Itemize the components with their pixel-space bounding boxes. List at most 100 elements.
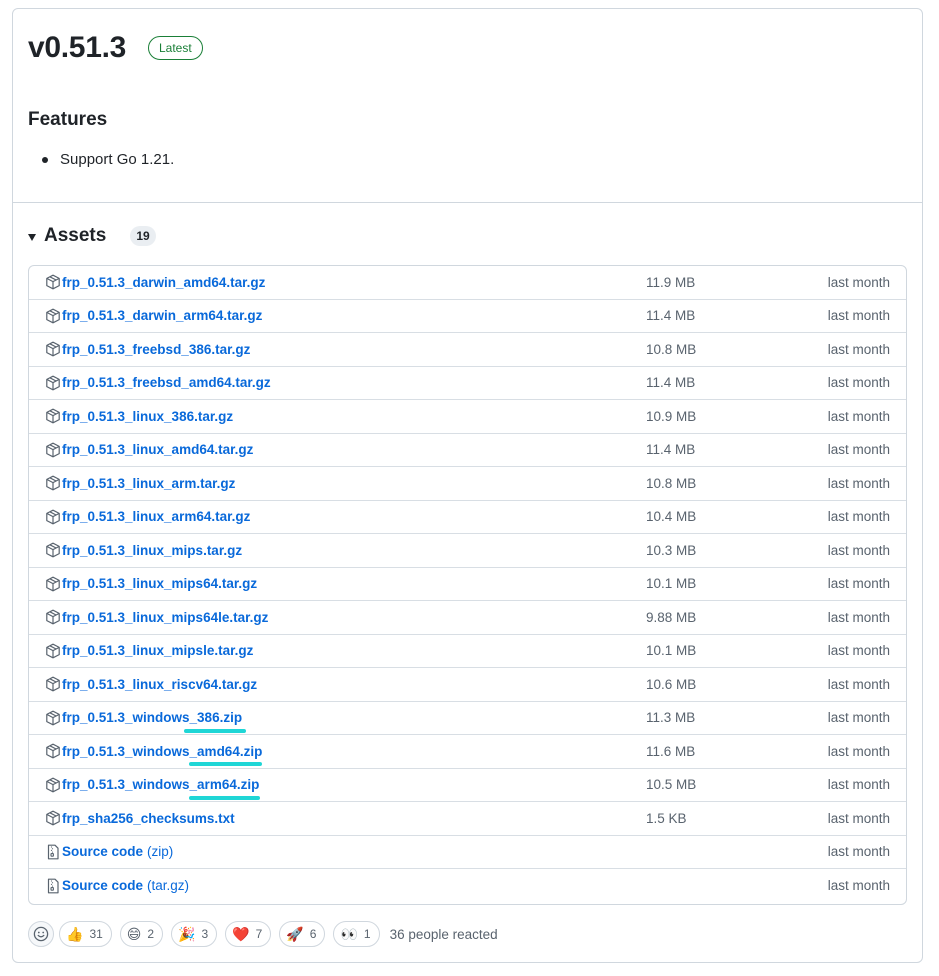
asset-date: last month [827,609,890,625]
asset-row: frp_0.51.3_darwin_arm64.tar.gz 11.4 MB las… [29,300,906,333]
release-title[interactable]: v0.51.3 [28,31,126,65]
reaction-count: 1 [363,927,371,941]
add-reaction-button[interactable] [28,921,54,947]
asset-download-link[interactable]: frp_0.51.3_freebsd_amd64.tar.gz [45,375,271,391]
asset-download-link[interactable]: frp_0.51.3_windows_arm64.zip [45,777,259,793]
source-format: (tar.gz) [147,878,190,894]
asset-name: frp_0.51.3_linux_mipsle.tar.gz [62,643,254,659]
package-icon [45,643,61,659]
asset-row: Source code (zip) last month [29,836,906,869]
asset-row: frp_0.51.3_windows_amd64.zip 11.6 MB last … [29,735,906,769]
asset-size: 10.5 MB [646,777,697,793]
asset-row: frp_0.51.3_linux_amd64.tar.gz 11.4 MB last… [29,434,906,467]
asset-size: 11.4 MB [646,442,696,458]
highlight-underline [189,795,260,800]
package-icon [45,509,61,525]
asset-download-link[interactable]: frp_0.51.3_windows_386.zip [45,710,242,726]
asset-name: frp_0.51.3_windows_amd64.zip [62,743,263,759]
asset-date: last month [827,274,890,290]
asset-row: frp_0.51.3_freebsd_386.tar.gz 10.8 MB last… [29,333,906,367]
eyes-icon: 👀 [340,926,358,942]
asset-download-link[interactable]: frp_0.51.3_linux_386.tar.gz [45,408,233,424]
asset-download-link[interactable]: frp_0.51.3_darwin_amd64.tar.gz [45,274,265,290]
reaction-button[interactable]: ❤️ 7 [225,921,272,947]
asset-download-link[interactable]: frp_0.51.3_linux_arm64.tar.gz [45,509,250,525]
asset-row: frp_sha256_checksums.txt 1.5 KB last month [29,802,906,836]
asset-date: last month [827,542,890,558]
asset-size: 10.1 MB [646,643,697,659]
source-code-link[interactable]: Source code (tar.gz) [45,878,189,894]
asset-row: Source code (tar.gz) last month [29,869,906,903]
thumbs-up-icon: 👍 [66,926,84,942]
asset-name: frp_0.51.3_linux_mips64le.tar.gz [62,609,269,625]
asset-name: frp_0.51.3_linux_mips64.tar.gz [62,576,258,592]
asset-size: 10.4 MB [646,509,697,525]
package-icon [45,475,61,491]
asset-date: last month [827,844,890,860]
asset-download-link[interactable]: frp_0.51.3_linux_mips.tar.gz [45,542,242,558]
release-header: v0.51.3 Latest [28,31,203,65]
asset-download-link[interactable]: frp_0.51.3_linux_mips64le.tar.gz [45,609,268,625]
features-heading: Features [28,109,108,130]
file-zip-icon [45,878,61,894]
asset-name: Source code [62,878,144,894]
asset-name: frp_0.51.3_darwin_arm64.tar.gz [62,308,263,324]
asset-name: frp_0.51.3_linux_riscv64.tar.gz [62,676,258,692]
highlight-underline [184,728,246,733]
package-icon [45,341,61,357]
reactions-summary: 36 people reacted [389,926,498,942]
hooray-icon: 🎉 [178,926,196,942]
asset-download-link[interactable]: frp_sha256_checksums.txt [45,810,235,826]
asset-name: Source code [62,844,144,860]
asset-size: 9.88 MB [646,609,697,625]
asset-download-link[interactable]: frp_0.51.3_freebsd_386.tar.gz [45,341,250,357]
rocket-icon: 🚀 [286,926,304,942]
asset-download-link[interactable]: frp_0.51.3_linux_mipsle.tar.gz [45,643,253,659]
asset-date: last month [827,676,890,692]
reaction-button[interactable]: 🎉 3 [171,921,218,947]
package-icon [45,542,61,558]
highlight-underline [189,762,262,766]
asset-download-link[interactable]: frp_0.51.3_darwin_arm64.tar.gz [45,308,262,324]
assets-count-badge: 19 [130,226,156,246]
source-code-link[interactable]: Source code (zip) [45,844,173,860]
asset-row: frp_0.51.3_linux_arm64.tar.gz 10.4 MB last… [29,501,906,534]
asset-date: last month [827,777,890,793]
reaction-button[interactable]: 🚀 6 [279,921,326,947]
package-icon [45,308,61,324]
asset-size: 10.8 MB [646,475,697,491]
asset-date: last month [827,878,890,894]
package-icon [45,442,61,458]
reaction-count: 31 [89,927,103,941]
asset-name: frp_sha256_checksums.txt [62,810,235,826]
asset-size: 10.9 MB [646,408,697,424]
package-icon [45,676,61,692]
divider [13,202,922,203]
asset-size: 11.4 MB [646,375,696,391]
package-icon [45,810,61,826]
asset-row: frp_0.51.3_linux_mips64.tar.gz 10.1 MB las… [29,568,906,601]
package-icon [45,576,61,592]
latest-badge: Latest [148,36,203,60]
asset-date: last month [827,375,890,391]
file-zip-icon [45,844,61,860]
asset-row: frp_0.51.3_windows_386.zip 11.3 MB last mo… [29,702,906,735]
reaction-count: 6 [309,927,317,941]
asset-row: frp_0.51.3_linux_riscv64.tar.gz 10.6 MB la… [29,668,906,702]
asset-download-link[interactable]: frp_0.51.3_linux_riscv64.tar.gz [45,676,257,692]
asset-date: last month [827,408,890,424]
asset-date: last month [827,743,890,759]
reaction-button[interactable]: 👀 1 [333,921,380,947]
asset-download-link[interactable]: frp_0.51.3_windows_amd64.zip [45,743,262,759]
assets-toggle[interactable]: Assets 19 [28,225,156,247]
reaction-count: 3 [201,927,209,941]
reaction-button[interactable]: 👍 31 [59,921,112,947]
asset-name: frp_0.51.3_freebsd_386.tar.gz [62,341,251,357]
asset-size: 10.3 MB [646,542,697,558]
reaction-button[interactable]: 😄 2 [119,921,164,947]
asset-download-link[interactable]: frp_0.51.3_linux_mips64.tar.gz [45,576,257,592]
asset-download-link[interactable]: frp_0.51.3_linux_amd64.tar.gz [45,442,253,458]
asset-row: frp_0.51.3_linux_arm.tar.gz 10.8 MB last m… [29,467,906,501]
package-icon [45,743,61,759]
asset-download-link[interactable]: frp_0.51.3_linux_arm.tar.gz [45,475,235,491]
